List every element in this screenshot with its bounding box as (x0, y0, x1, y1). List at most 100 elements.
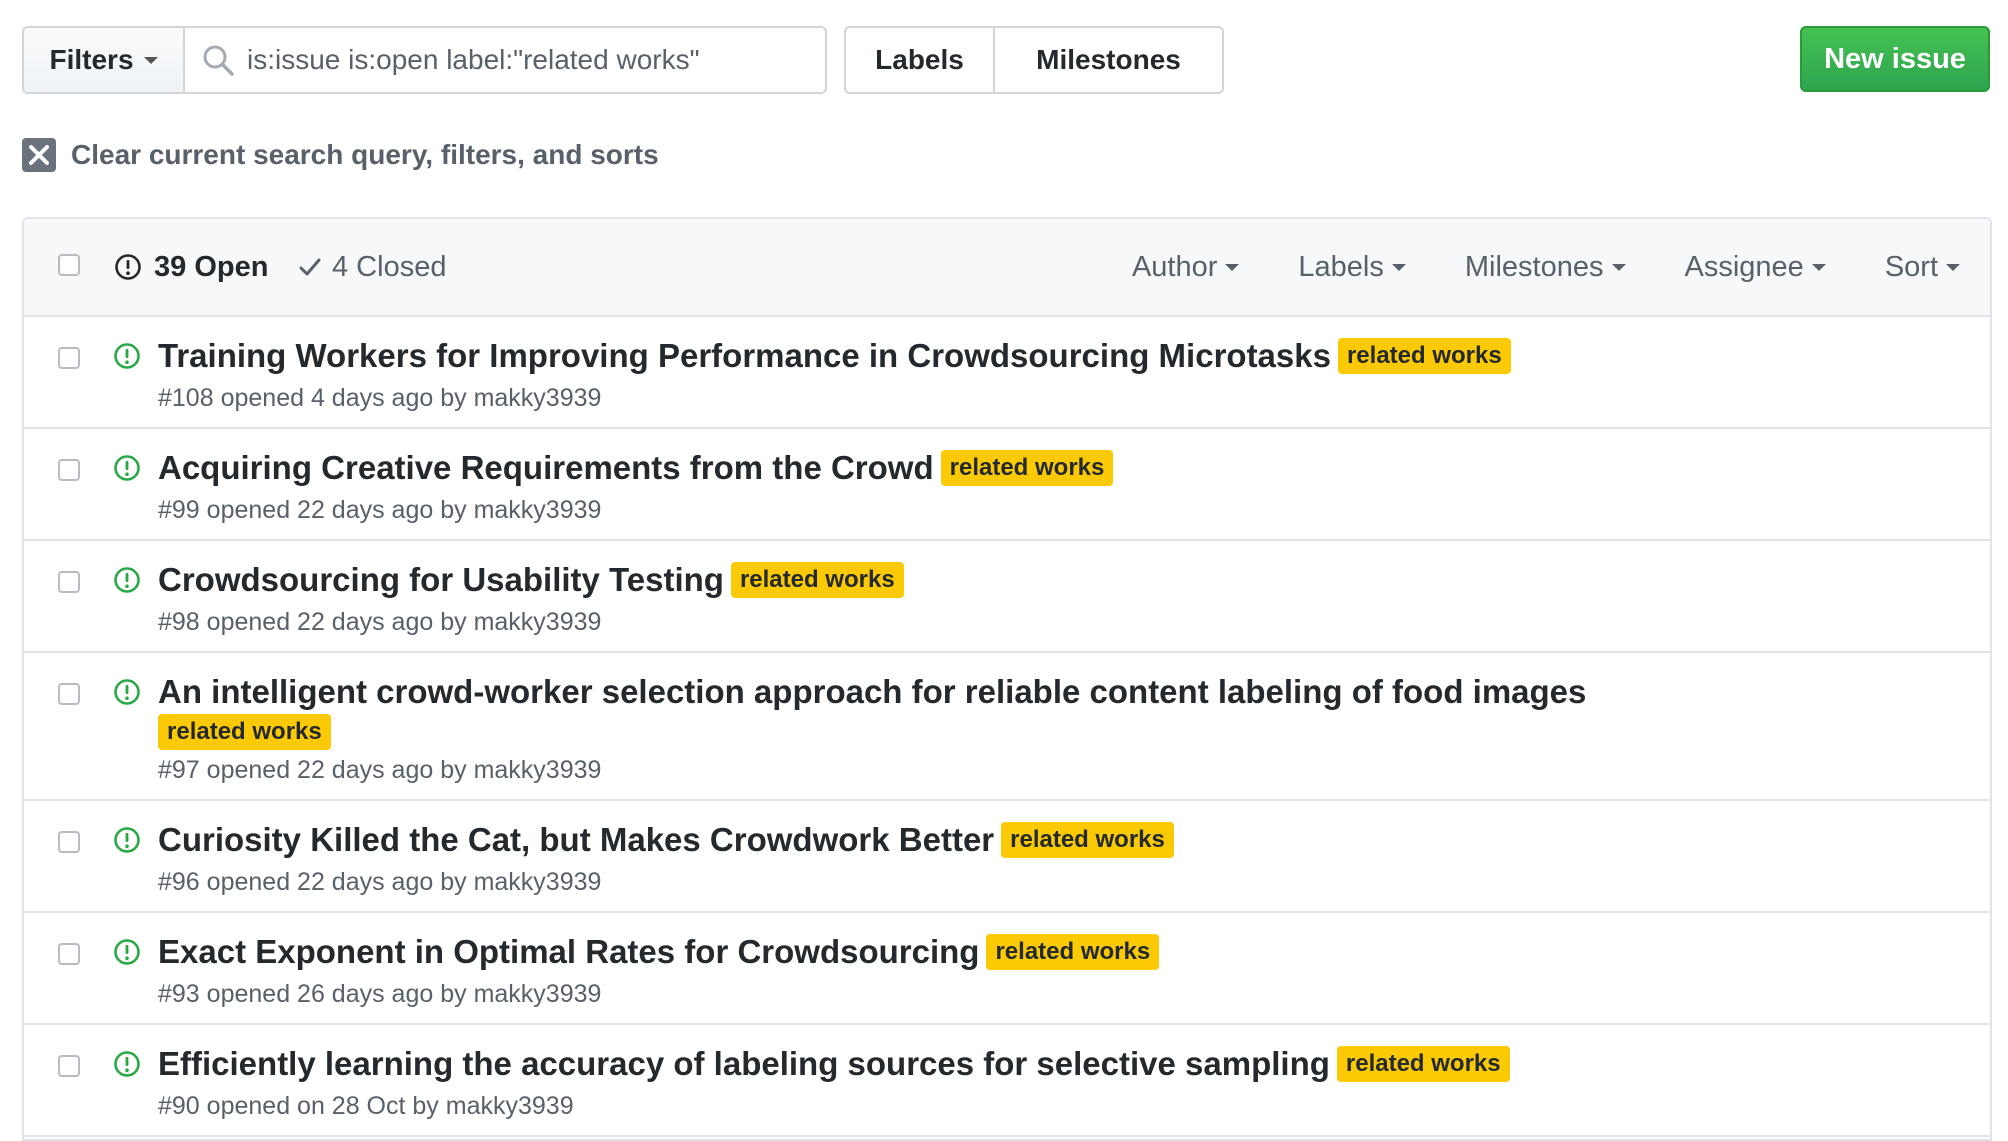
milestones-filter-dropdown[interactable]: Milestones (1465, 251, 1626, 284)
issue-number: #98 (158, 608, 200, 636)
issue-opened-text: opened 22 days ago by (206, 868, 467, 896)
issue-meta: #98 opened 22 days ago by makky3939 (158, 604, 1730, 640)
sort-dropdown[interactable]: Sort (1885, 251, 1960, 284)
check-icon (299, 258, 321, 276)
issue-author-link[interactable]: makky3939 (474, 384, 602, 412)
issue-opened-icon (114, 455, 140, 481)
open-issues-count: 39 Open (154, 250, 269, 283)
issue-label[interactable]: related works (986, 934, 1160, 970)
issue-row: An intelligent crowd-worker selection ap… (24, 653, 1990, 801)
issue-author-link[interactable]: makky3939 (474, 980, 602, 1008)
milestones-nav-button[interactable]: Milestones (995, 28, 1222, 92)
new-issue-button[interactable]: New issue (1800, 26, 1990, 92)
caret-down-icon (1391, 263, 1406, 271)
caret-down-icon (1811, 263, 1826, 271)
issue-label[interactable]: related works (940, 450, 1114, 486)
issue-title-link[interactable]: Curiosity Killed the Cat, but Makes Crow… (158, 821, 994, 858)
issue-title-link[interactable]: Exact Exponent in Optimal Rates for Crow… (158, 933, 979, 970)
issue-opened-text: opened 22 days ago by (206, 756, 467, 784)
milestones-filter-label: Milestones (1464, 250, 1604, 283)
issue-row: Efficiently learning the accuracy of lab… (24, 1025, 1990, 1137)
issue-opened-text: opened 26 days ago by (206, 980, 467, 1008)
issue-body: Curiosity Killed the Cat, but Makes Crow… (158, 801, 1990, 900)
issue-opened-icon (115, 254, 141, 280)
issue-title-link[interactable]: An intelligent crowd-worker selection ap… (158, 673, 1586, 710)
issue-author-link[interactable]: makky3939 (474, 868, 602, 896)
issue-number: #99 (158, 496, 200, 524)
issue-label[interactable]: related works (158, 714, 331, 750)
search-icon (203, 45, 234, 76)
issue-title-link[interactable]: Efficiently learning the accuracy of lab… (158, 1045, 1330, 1082)
issue-meta: #90 opened on 28 Oct by makky3939 (158, 1088, 1730, 1124)
issue-label[interactable]: related works (730, 562, 904, 598)
issue-checkbox[interactable] (58, 347, 80, 369)
issue-body: Training Workers for Improving Performan… (158, 317, 1990, 416)
issue-checkbox[interactable] (58, 831, 80, 853)
issue-number: #97 (158, 756, 200, 784)
clear-search-query-link[interactable]: Clear current search query, filters, and… (22, 137, 659, 173)
filters-dropdown-button[interactable]: Filters (24, 28, 185, 92)
author-filter-dropdown[interactable]: Author (1131, 250, 1240, 284)
issue-checkbox[interactable] (58, 943, 80, 965)
issue-author-link[interactable]: makky3939 (446, 1092, 574, 1120)
search-input[interactable] (185, 27, 825, 93)
filter-search-group: Filters (22, 26, 827, 94)
search-box[interactable] (185, 27, 825, 93)
issue-body: An intelligent crowd-worker selection ap… (158, 653, 1990, 788)
issue-opened-text: opened 4 days ago by (220, 384, 467, 412)
issue-title-link[interactable]: Acquiring Creative Requirements from the… (158, 449, 934, 486)
open-issues-tab[interactable]: 39 Open (114, 219, 268, 315)
issue-opened-icon (114, 939, 140, 965)
issues-toolbar: Filters Labels Milestones New issue (22, 26, 1990, 94)
issue-body: Acquiring Creative Requirements from the… (158, 429, 1990, 528)
issue-author-link[interactable]: makky3939 (474, 496, 602, 524)
issue-opened-icon (114, 827, 140, 853)
select-all-checkbox[interactable] (58, 254, 80, 276)
issue-label[interactable]: related works (1337, 338, 1511, 374)
issue-author-link[interactable]: makky3939 (474, 608, 602, 636)
issue-body: Crowdsourcing for Usability Testing relat… (158, 541, 1990, 640)
issue-opened-icon (114, 567, 140, 593)
issue-label[interactable]: related works (1001, 822, 1174, 858)
issue-checkbox[interactable] (58, 571, 80, 593)
issue-row: Exact Exponent in Optimal Rates for Crow… (24, 913, 1990, 1025)
assignee-filter-label: Assignee (1684, 250, 1804, 283)
labels-milestones-group: Labels Milestones (844, 26, 1224, 94)
issue-opened-icon (114, 679, 140, 705)
clear-search-query-label: Clear current search query, filters, and… (71, 139, 659, 170)
issues-list-box: 39 Open 4 Closed Author Labels Milestone… (22, 217, 1992, 1141)
header-filter-menus: Author Labels Milestones Assignee Sort (1073, 219, 1960, 315)
issue-checkbox[interactable] (58, 1055, 80, 1077)
issue-meta: #99 opened 22 days ago by makky3939 (158, 492, 1730, 528)
issue-opened-text: opened 22 days ago by (206, 496, 467, 524)
issue-opened-icon (114, 343, 140, 369)
sort-label: Sort (1884, 250, 1938, 283)
assignee-filter-dropdown[interactable]: Assignee (1685, 251, 1826, 284)
labels-filter-dropdown[interactable]: Labels (1298, 250, 1406, 284)
issue-meta: #93 opened 26 days ago by makky3939 (158, 976, 1730, 1012)
author-filter-label: Author (1131, 250, 1218, 283)
issue-meta: #96 opened 22 days ago by makky3939 (158, 864, 1730, 900)
labels-nav-button[interactable]: Labels (846, 28, 995, 92)
issue-checkbox[interactable] (58, 459, 80, 481)
caret-down-icon (1611, 263, 1626, 271)
caret-down-icon (143, 56, 158, 64)
closed-issues-count: 4 Closed (332, 250, 447, 283)
issue-author-link[interactable]: makky3939 (474, 756, 602, 784)
issue-row: Acquiring Creative Requirements from the… (24, 429, 1990, 541)
issue-opened-text: opened on 28 Oct by (206, 1092, 439, 1120)
closed-issues-tab[interactable]: 4 Closed (298, 219, 446, 315)
issue-row: Curiosity Killed the Cat, but Makes Crow… (24, 801, 1990, 913)
labels-filter-label: Labels (1298, 250, 1384, 283)
issue-label[interactable]: related works (1336, 1046, 1510, 1082)
issue-row: Training Workers for Improving Performan… (24, 317, 1990, 429)
issue-opened-text: opened 22 days ago by (206, 608, 467, 636)
filters-button-label: Filters (49, 44, 134, 75)
issue-body: Efficiently learning the accuracy of lab… (158, 1025, 1990, 1124)
issue-title-link[interactable]: Training Workers for Improving Performan… (158, 337, 1331, 374)
issue-number: #108 (158, 384, 214, 412)
issue-checkbox[interactable] (58, 683, 80, 705)
issue-title-link[interactable]: Crowdsourcing for Usability Testing (158, 561, 724, 598)
issue-meta: #108 opened 4 days ago by makky3939 (158, 380, 1730, 416)
caret-down-icon (1225, 263, 1240, 271)
